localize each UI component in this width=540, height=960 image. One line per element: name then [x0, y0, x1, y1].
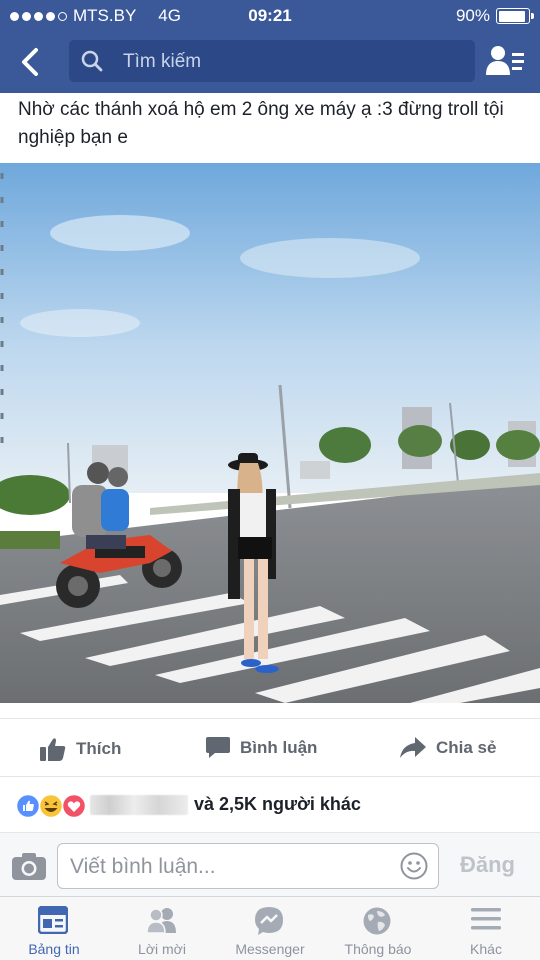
- comment-composer: Viết bình luận... Đăng: [0, 832, 540, 896]
- like-reaction-icon: [16, 793, 41, 819]
- comment-bubble-icon: [206, 737, 230, 758]
- reaction-text: và 2,5K người khác: [90, 794, 361, 815]
- reaction-count-text: và 2,5K người khác: [194, 794, 361, 814]
- back-button[interactable]: [14, 44, 50, 80]
- reactions-summary[interactable]: và 2,5K người khác: [0, 776, 540, 832]
- share-arrow-icon: [400, 737, 426, 758]
- tab-label: Lời mời: [138, 941, 186, 957]
- tab-label: Bảng tin: [28, 941, 80, 957]
- search-placeholder: Tìm kiếm: [123, 51, 202, 72]
- friend-requests-icon: [486, 46, 524, 75]
- street-photo-image: [0, 163, 540, 703]
- tab-news-feed[interactable]: Bảng tin: [0, 897, 108, 960]
- share-label: Chia sẻ: [436, 738, 497, 757]
- post-caption: Nhờ các thánh xoá hộ em 2 ông xe máy ạ :…: [18, 99, 504, 148]
- tab-friend-requests[interactable]: Lời mời: [108, 897, 216, 960]
- friend-requests-icon: [146, 908, 176, 934]
- like-button[interactable]: Thích: [40, 737, 121, 761]
- reaction-icons: [16, 793, 87, 819]
- comment-input[interactable]: Viết bình luận...: [57, 843, 439, 889]
- tab-messenger[interactable]: Messenger: [216, 897, 324, 960]
- search-input[interactable]: Tìm kiếm: [69, 40, 475, 82]
- post-actions: Thích Bình luận Chia sẻ: [0, 718, 540, 776]
- blurred-name: [90, 794, 188, 815]
- thumbs-up-icon: [40, 738, 66, 761]
- menu-icon: [471, 908, 501, 930]
- status-right: 90%: [455, 6, 534, 26]
- battery-icon: [496, 8, 534, 24]
- globe-notifications-icon: [363, 907, 391, 935]
- share-button[interactable]: Chia sẻ: [400, 737, 496, 759]
- messenger-icon: [255, 907, 283, 935]
- tab-label: Thông báo: [344, 941, 412, 957]
- tab-more[interactable]: Khác: [432, 897, 540, 960]
- tab-notifications[interactable]: Thông báo: [324, 897, 432, 960]
- nav-row: Tìm kiếm: [0, 36, 540, 86]
- battery-percent: 90%: [455, 6, 490, 25]
- haha-reaction-icon: [38, 793, 64, 819]
- post-comment-button[interactable]: Đăng: [460, 852, 515, 878]
- tab-label: Messenger: [235, 941, 305, 957]
- status-bar: MTS.BY 4G 09:21 90%: [0, 0, 540, 32]
- camera-button[interactable]: [12, 852, 46, 880]
- like-label: Thích: [76, 739, 122, 758]
- friend-requests-button[interactable]: [486, 44, 524, 78]
- comment-label: Bình luận: [240, 738, 318, 757]
- chevron-left-icon: [22, 48, 38, 76]
- comment-placeholder: Viết bình luận...: [70, 855, 216, 878]
- search-icon: [81, 50, 103, 72]
- bottom-tab-bar: Bảng tin Lời mời Messenger Thông báo Khá…: [0, 896, 540, 960]
- comment-button[interactable]: Bình luận: [206, 737, 317, 759]
- tab-label: Khác: [470, 941, 502, 957]
- news-feed-icon: [38, 906, 68, 934]
- love-reaction-icon: [61, 793, 87, 819]
- camera-icon: [12, 853, 46, 880]
- top-bar: MTS.BY 4G 09:21 90% Tìm kiếm: [0, 0, 540, 93]
- post-photo[interactable]: [0, 163, 540, 703]
- emoji-icon[interactable]: [400, 852, 428, 880]
